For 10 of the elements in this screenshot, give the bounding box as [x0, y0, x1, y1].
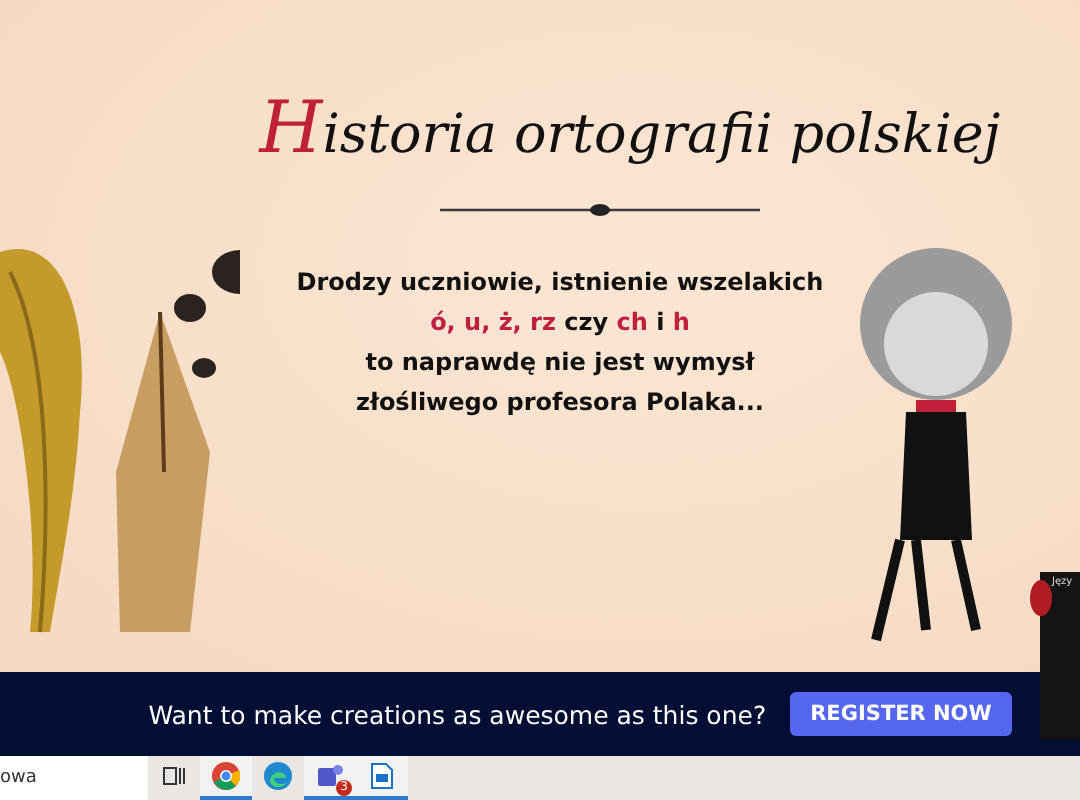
- intro-message: Drodzy uczniowie, istnienie wszelakich ó, u, ż, rz czy ch i h to naprawdę nie jest wymysł złośliwego profesora Polaka...: [296, 266, 824, 420]
- register-button[interactable]: REGISTER NOW: [790, 692, 1012, 736]
- search-field[interactable]: owa: [0, 756, 148, 800]
- task-view-icon[interactable]: [162, 764, 186, 788]
- browser-icon[interactable]: [264, 762, 292, 790]
- banner-text: Want to make creations as awesome as this one?: [148, 699, 767, 729]
- browser-icon[interactable]: [212, 762, 240, 790]
- document-icon[interactable]: [370, 762, 394, 790]
- page-title: Historia ortografii polskiej: [259, 88, 1001, 170]
- circle-icon: [1030, 580, 1052, 616]
